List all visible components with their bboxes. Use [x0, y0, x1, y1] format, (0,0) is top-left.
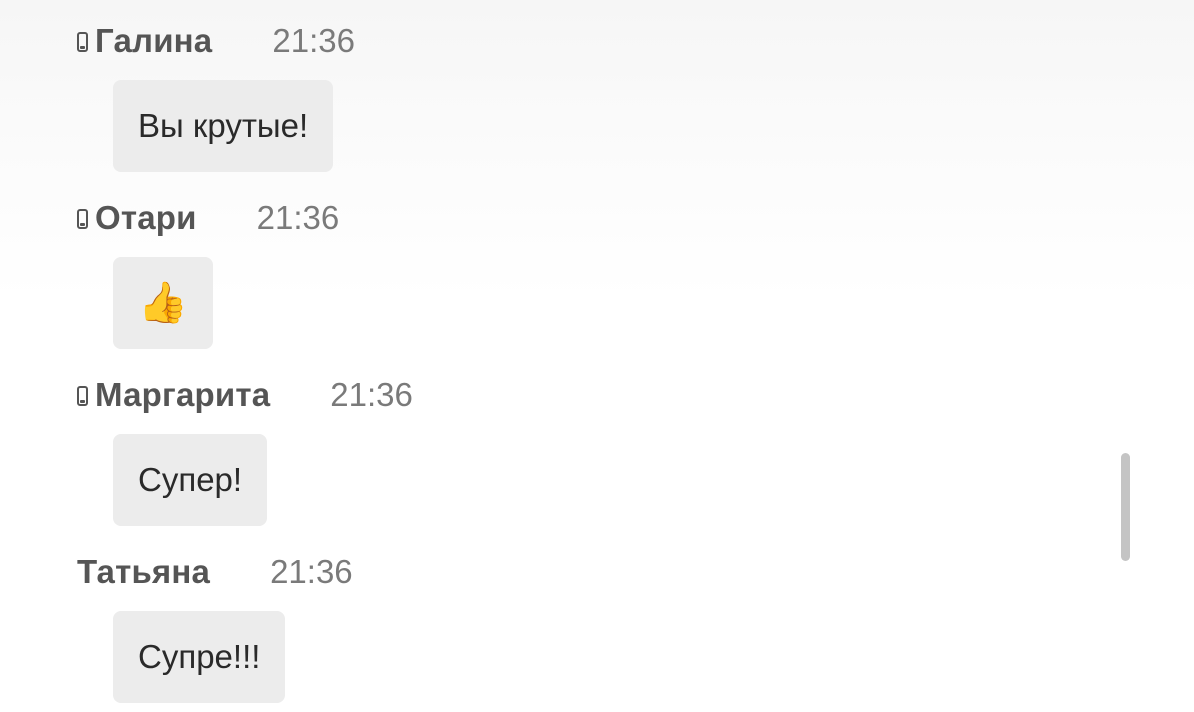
message-bubble[interactable]: Супре!!! — [113, 611, 286, 703]
message-author[interactable]: Галина — [95, 22, 212, 60]
message-author[interactable]: Отари — [95, 199, 197, 237]
phone-icon — [77, 386, 88, 406]
message-time: 21:36 — [330, 376, 413, 413]
phone-icon — [77, 209, 88, 229]
chat-feed[interactable]: Галина 21:36 Вы крутые! Отари 21:36 👍 Ма… — [0, 0, 1194, 712]
message-time: 21:36 — [256, 199, 340, 236]
message-header: Татьяна 21:36 — [77, 550, 353, 594]
message-author[interactable]: Татьяна — [77, 553, 210, 591]
message-bubble[interactable]: Супер! — [113, 434, 268, 526]
message-time: 21:36 — [272, 22, 355, 59]
scrollbar-thumb[interactable] — [1121, 453, 1130, 561]
message-author[interactable]: Маргарита — [95, 376, 270, 414]
message-bubble[interactable]: 👍 — [113, 257, 213, 349]
message-header: Маргарита 21:36 — [77, 373, 413, 417]
message-bubble[interactable]: Вы крутые! — [113, 80, 334, 172]
message-time: 21:36 — [270, 553, 353, 590]
phone-icon — [77, 32, 88, 52]
thumbs-up-icon: 👍 — [138, 281, 188, 325]
message-header: Отари 21:36 — [77, 196, 339, 240]
message-header: Галина 21:36 — [77, 19, 355, 63]
